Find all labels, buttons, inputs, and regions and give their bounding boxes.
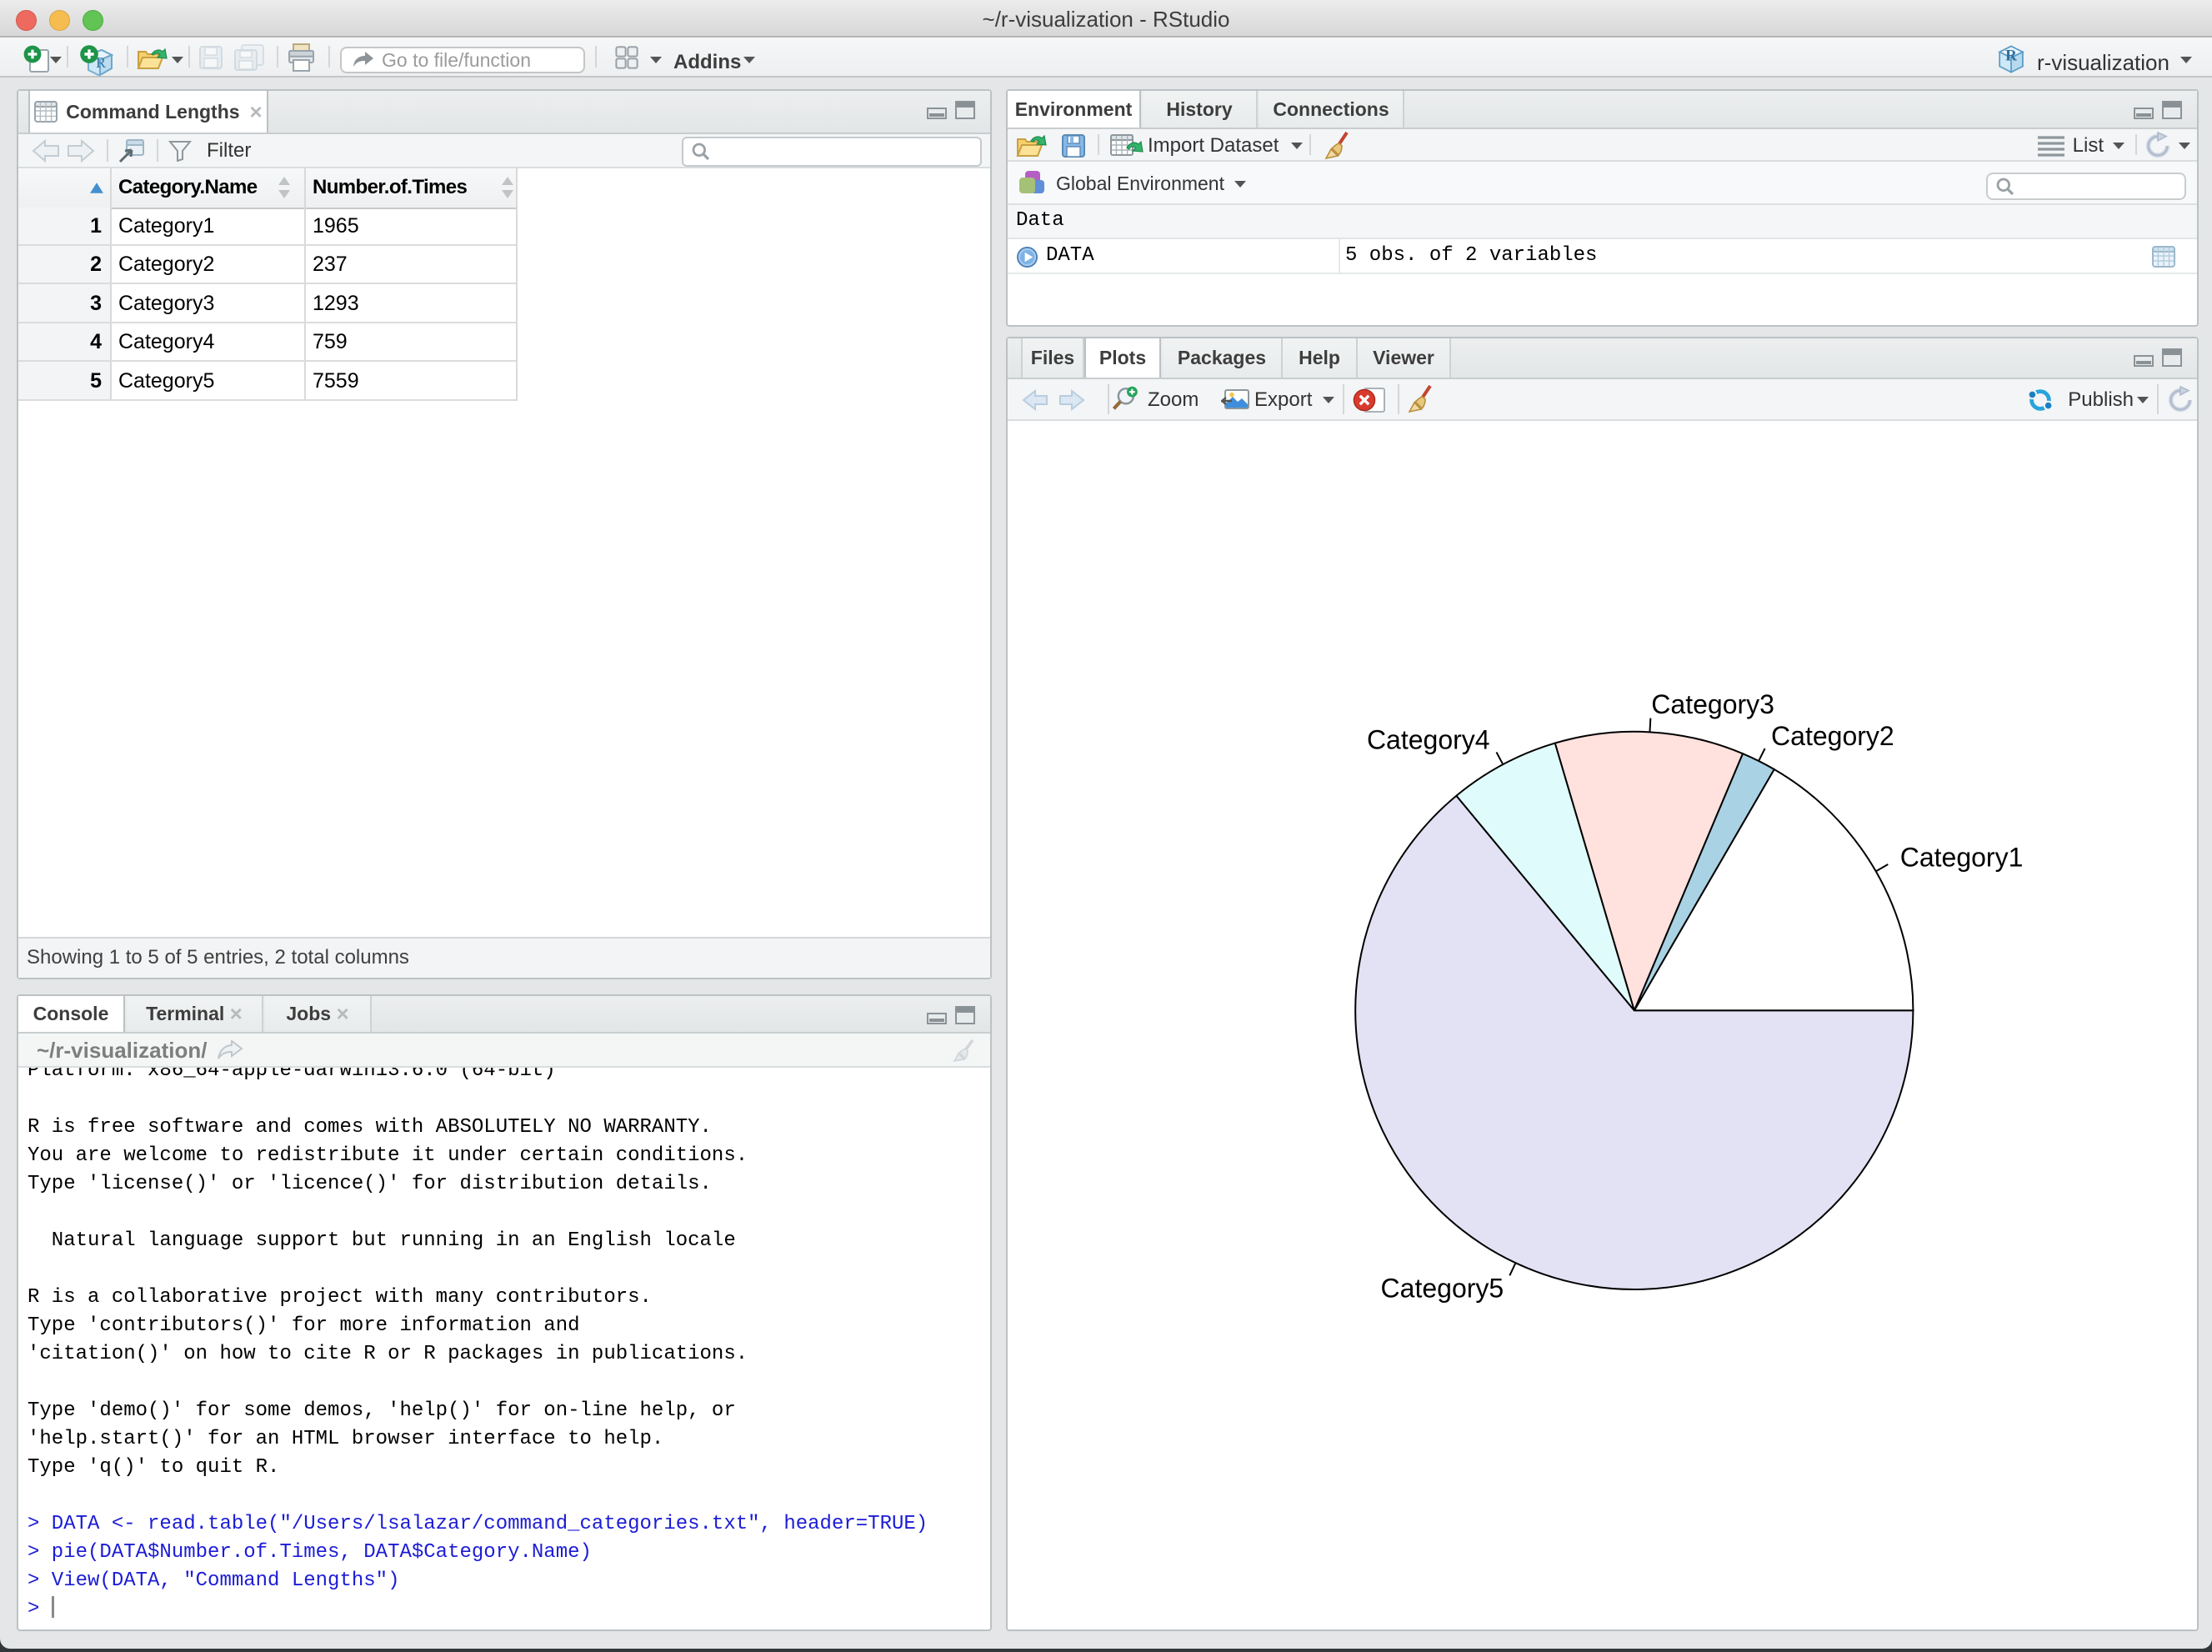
svg-text:Category3: Category3 (1651, 689, 1774, 719)
svg-text:Category4: Category4 (1367, 725, 1490, 755)
svg-text:Category5: Category5 (1381, 1273, 1504, 1303)
svg-text:Category2: Category2 (1771, 721, 1894, 751)
svg-text:R: R (2005, 48, 2017, 65)
svg-text:Category1: Category1 (1900, 843, 2024, 873)
